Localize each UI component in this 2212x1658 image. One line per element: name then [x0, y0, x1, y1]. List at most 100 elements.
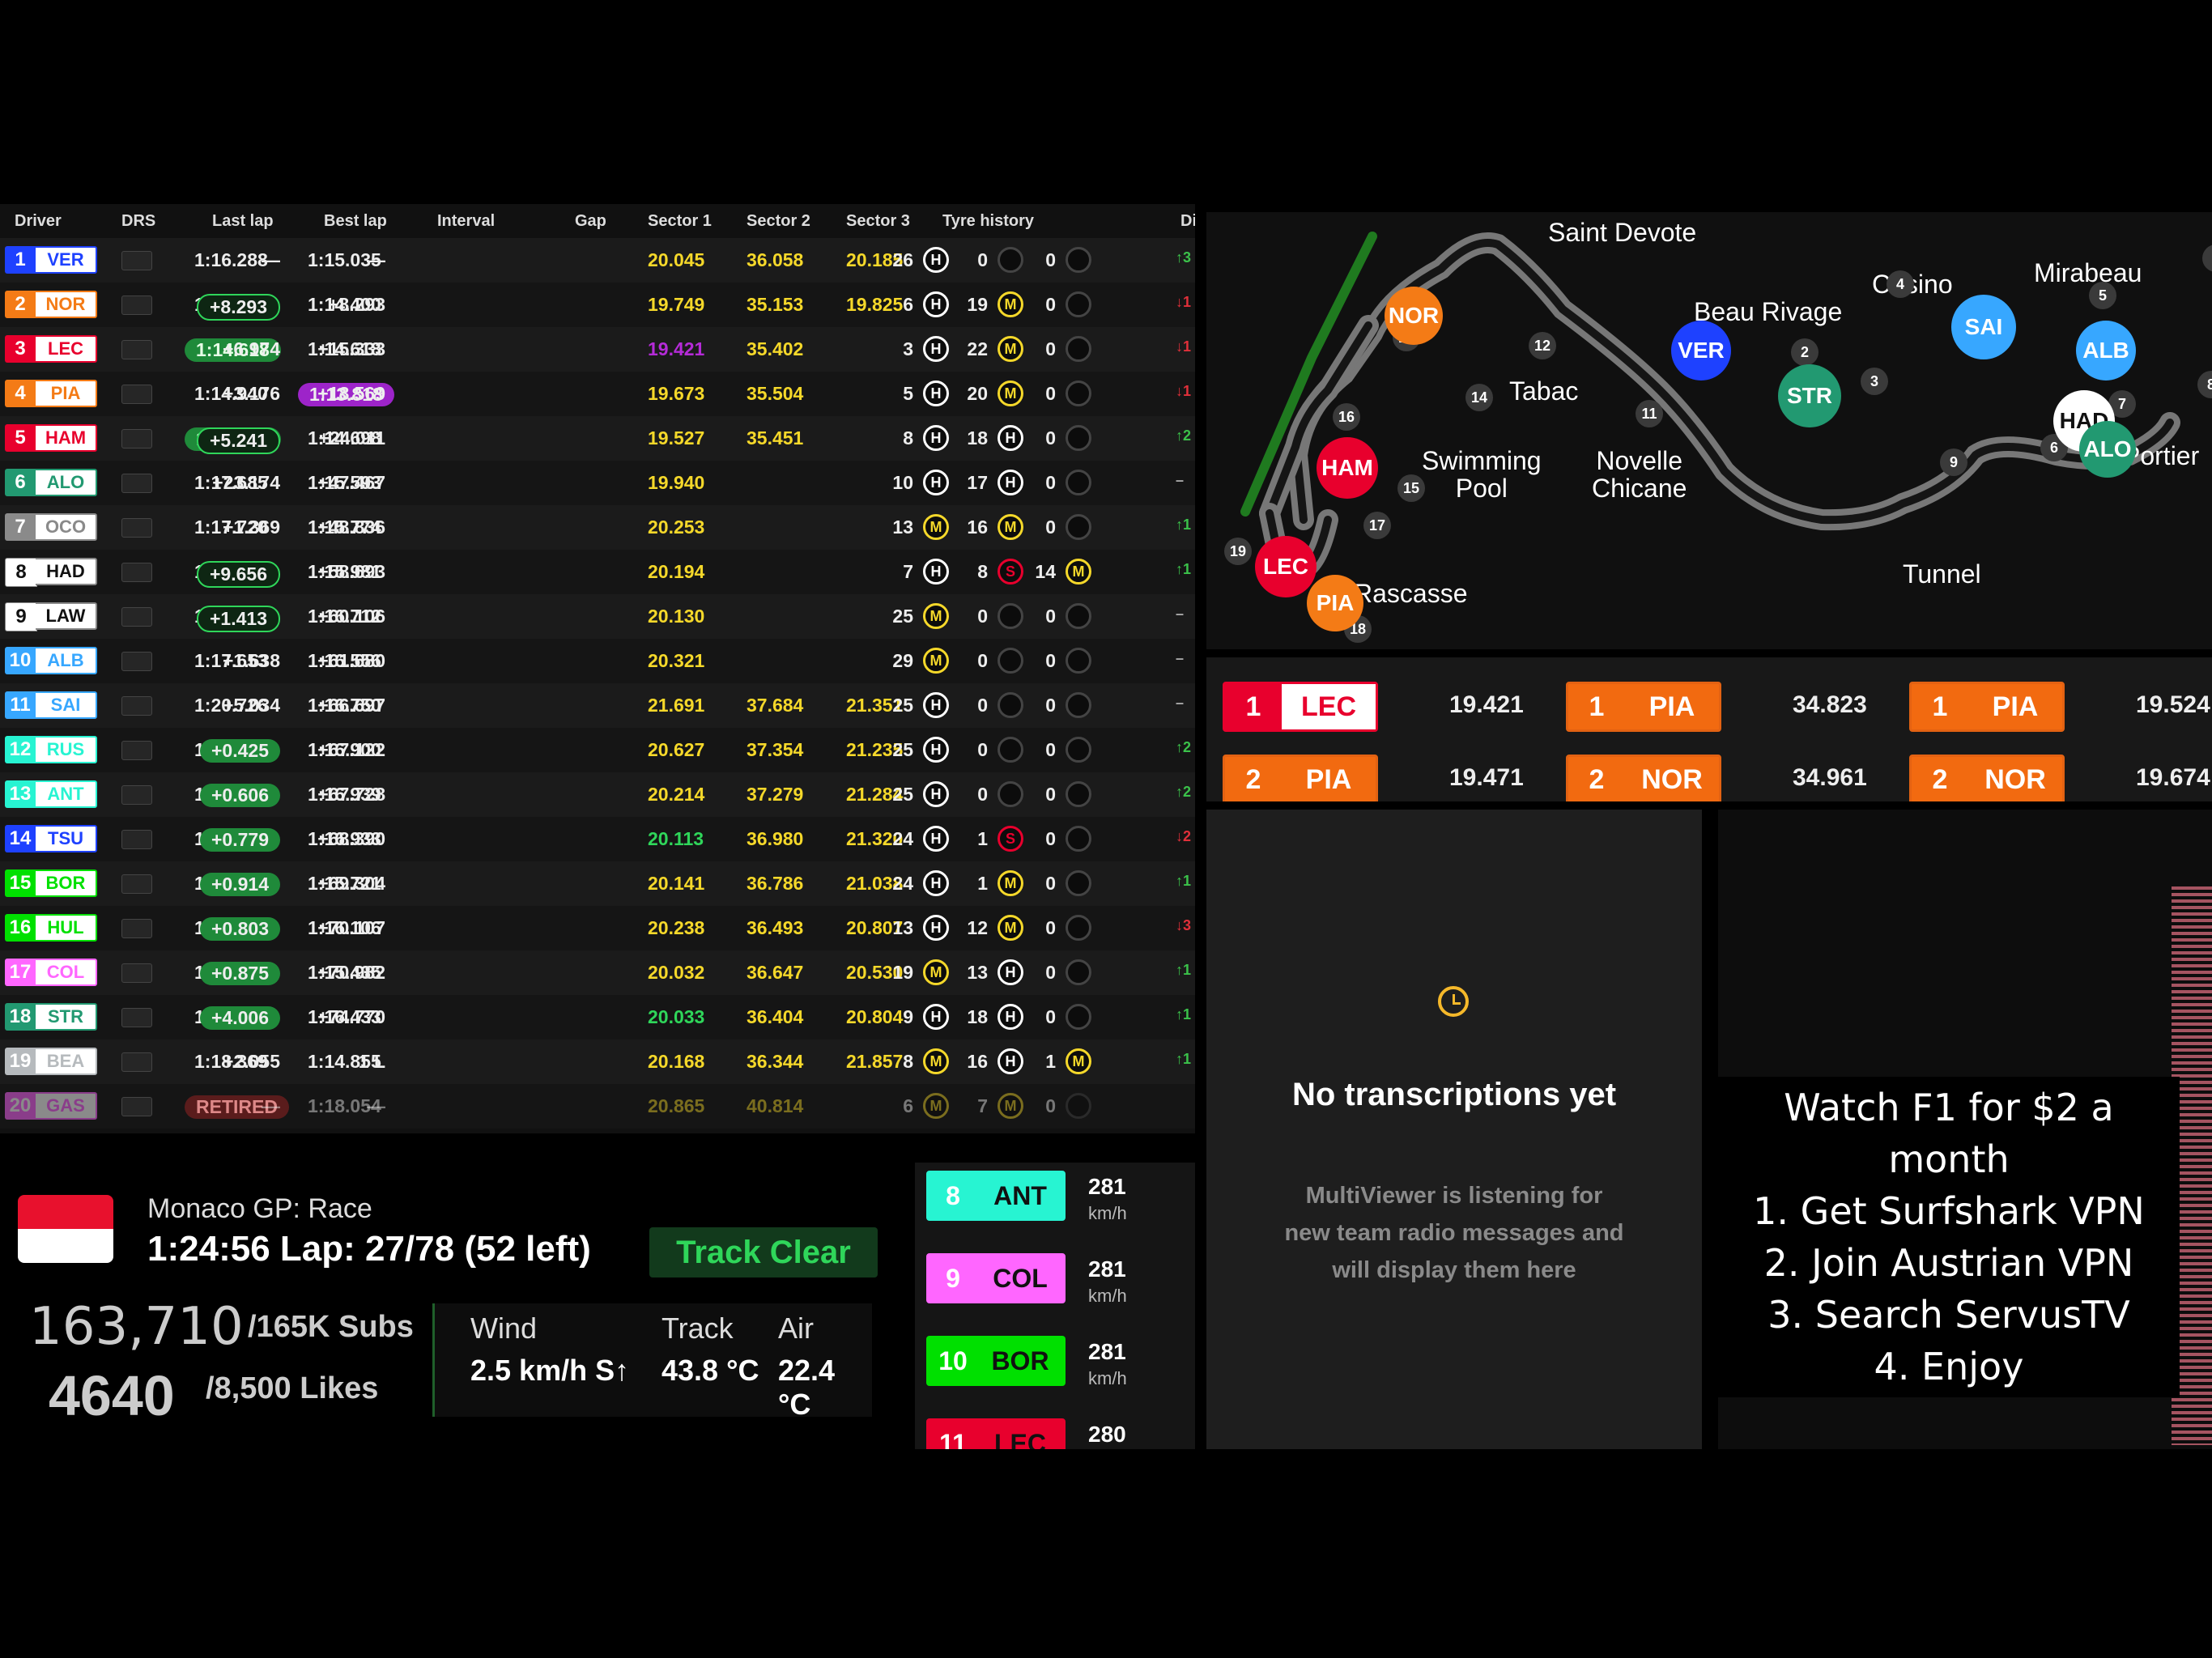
table-row[interactable]: 12RUS1:19.2161:16.900+0.425+67.12220.627…: [0, 728, 1195, 772]
driver-code[interactable]: ANT: [36, 780, 97, 808]
car-marker-pia[interactable]: PIA: [1307, 575, 1363, 631]
driver-position: 4: [5, 380, 36, 407]
tyre-medium-icon: M: [923, 648, 949, 674]
column-header-drs[interactable]: DRS: [121, 212, 155, 231]
table-row[interactable]: 14TSU1:18.4131:16.933+0.779+68.39020.113…: [0, 817, 1195, 861]
table-row[interactable]: 5HAM1:14.6981:14.698+5.241+24.01119.5273…: [0, 416, 1195, 461]
driver-code[interactable]: OCO: [36, 513, 97, 541]
table-row[interactable]: 10 ALB 1:17.653 1:16.556 +1.638 +61.680 20.321…: [0, 639, 1195, 683]
driver-code[interactable]: ALO: [36, 469, 97, 496]
column-header-di[interactable]: Di: [1180, 212, 1195, 231]
driver-code[interactable]: STR: [36, 1003, 97, 1031]
sector-3-rank-2[interactable]: 2 NOR: [1909, 755, 2065, 801]
interval: +8.293: [197, 294, 280, 321]
driver-code: PIA: [1305, 764, 1352, 795]
table-row[interactable]: 7 OCO 1:17.720 1:15.774 +1.369 +48.836 20.253 1…: [0, 505, 1195, 550]
sector-3-rank-1[interactable]: 1 PIA: [1909, 682, 2065, 732]
column-header-interval[interactable]: Interval: [437, 212, 495, 231]
car-marker-ham[interactable]: HAM: [1317, 437, 1378, 499]
tyre-unused-icon: [1066, 336, 1091, 367]
driver-code[interactable]: GAS: [36, 1092, 97, 1120]
driver-code[interactable]: PIA: [36, 380, 97, 407]
car-marker-lec[interactable]: LEC: [1255, 536, 1317, 597]
sector-1-rank-2[interactable]: 2 PIA: [1223, 755, 1378, 801]
column-header-sector-2[interactable]: Sector 2: [747, 212, 810, 231]
driver-code[interactable]: ALB: [36, 647, 97, 674]
table-row[interactable]: 8HAD1:17.8321:15.981+9.656+58.69320.1947…: [0, 550, 1195, 594]
column-header-tyre-history[interactable]: Tyre history: [942, 212, 1034, 231]
driver-code[interactable]: BOR: [36, 869, 97, 897]
tyre-stint-laps: 0: [1045, 338, 1056, 359]
position-change: ↑1: [1176, 962, 1192, 978]
drs-indicator: [121, 518, 152, 538]
sector-1: 20.194: [648, 561, 705, 582]
table-row[interactable]: 13ANT1:18.7771:16.939+0.606+67.72820.214…: [0, 772, 1195, 817]
driver-code[interactable]: BEA: [36, 1048, 97, 1075]
driver-code[interactable]: VER: [36, 246, 97, 274]
table-row[interactable]: 4 PIA 1:14.940 1:13.818 +3.176 +18.569 19.673 3…: [0, 372, 1195, 416]
sector-1: 20.321: [648, 650, 705, 671]
table-row[interactable]: 3 LEC 1:14.618 1:14.618 +6.974 +15.333 19.421 3…: [0, 327, 1195, 372]
driver-code[interactable]: SAI: [36, 691, 97, 719]
tyre-stint-laps: 18: [967, 1006, 988, 1027]
table-row[interactable]: 20 GAS RETIRED 1:18.054— —20.865 40.814 6 M 7 M 0: [0, 1084, 1195, 1129]
table-row[interactable]: 16HUL1:17.5381:16.106+0.803+70.10720.238…: [0, 906, 1195, 950]
position-change: ↑1: [1176, 561, 1192, 577]
car-marker-alo[interactable]: ALO: [2079, 421, 2136, 478]
car-marker-alb[interactable]: ALB: [2076, 321, 2136, 380]
speed-trap-row[interactable]: 8 ANT 281 km/h: [926, 1163, 1195, 1244]
table-row[interactable]: 15BOR1:17.9651:15.721+0.914+69.30420.141…: [0, 861, 1195, 906]
rank-number: 8: [929, 1173, 977, 1218]
tyre-soft-icon: S: [998, 559, 1023, 585]
car-marker-sai[interactable]: SAI: [1951, 295, 2016, 359]
driver-code[interactable]: TSU: [36, 825, 97, 852]
column-header-sector-1[interactable]: Sector 1: [648, 212, 712, 231]
driver-position: 13: [5, 780, 36, 808]
driver-code[interactable]: HAM: [36, 424, 97, 452]
car-marker-nor[interactable]: NOR: [1385, 287, 1443, 345]
car-marker-ver[interactable]: VER: [1671, 321, 1731, 380]
tyre-unused-icon: [1066, 247, 1091, 278]
tyre-hard-icon: H: [998, 1048, 1023, 1074]
tyre-hard-icon: H: [998, 425, 1023, 451]
table-row[interactable]: 2NOR1:14.7271:14.400+8.293+8.29319.74935…: [0, 283, 1195, 327]
driver-code[interactable]: RUS: [36, 736, 97, 763]
speed-trap-row[interactable]: 9 COL 281 km/h: [926, 1245, 1195, 1326]
tyre-medium-icon: M: [998, 380, 1023, 406]
driver-code[interactable]: COL: [36, 959, 97, 986]
driver-code[interactable]: HUL: [36, 914, 97, 942]
column-header-gap[interactable]: Gap: [575, 212, 606, 231]
column-header-sector-3[interactable]: Sector 3: [846, 212, 910, 231]
sector-1: 19.527: [648, 427, 705, 449]
driver-code: BOR: [977, 1338, 1063, 1384]
interval: +6.974: [223, 338, 280, 359]
driver-code[interactable]: HAD: [36, 558, 97, 585]
interval: +2.055: [223, 1051, 280, 1072]
drs-indicator: [121, 340, 152, 359]
position-change: –: [1176, 472, 1185, 488]
driver-code[interactable]: LEC: [36, 335, 97, 363]
interval-pill: +9.656: [197, 561, 280, 588]
tyre-unused-icon: [1066, 1004, 1091, 1035]
table-row[interactable]: 6 ALO 1:17.685 1:15.593 +23.174 +47.467 19.940…: [0, 461, 1195, 505]
sector-1-rank-1[interactable]: 1 LEC: [1223, 682, 1378, 732]
table-row[interactable]: 18STR1:17.2411:16.433+4.006+74.77020.033…: [0, 995, 1195, 1039]
column-header-driver[interactable]: Driver: [15, 212, 62, 231]
driver-code: PIA: [1648, 691, 1695, 722]
table-row[interactable]: 11 SAI 1:20.726 1:16.750 +5.034 +66.697 21.691…: [0, 683, 1195, 728]
table-row[interactable]: 1 VER 1:16.288 1:15.035— —20.045 36.058 20.185…: [0, 238, 1195, 283]
table-row[interactable]: 19 BEA 1:18.369 1:14.855 +2.055 1 L 20.168 36.3…: [0, 1039, 1195, 1084]
sector-2-rank-1[interactable]: 1 PIA: [1566, 682, 1721, 732]
table-row[interactable]: 17COL1:17.2091:15.435+0.875+70.98220.032…: [0, 950, 1195, 995]
speed-trap-row[interactable]: 11 LEC 280: [926, 1410, 1195, 1449]
car-marker-str[interactable]: STR: [1778, 364, 1841, 427]
speed-trap-row[interactable]: 10 BOR 281 km/h: [926, 1328, 1195, 1409]
sector-2-rank-2[interactable]: 2 NOR: [1566, 755, 1721, 801]
driver-code[interactable]: LAW: [36, 602, 97, 630]
tyre-hard-icon: H: [998, 1004, 1023, 1030]
table-row[interactable]: 9LAW1:17.5901:16.712+1.413+60.10620.1302…: [0, 594, 1195, 639]
column-header-last-lap[interactable]: Last lap: [212, 212, 274, 231]
driver-code[interactable]: NOR: [36, 291, 97, 318]
column-header-best-lap[interactable]: Best lap: [324, 212, 387, 231]
interval: +1.413: [197, 606, 280, 632]
